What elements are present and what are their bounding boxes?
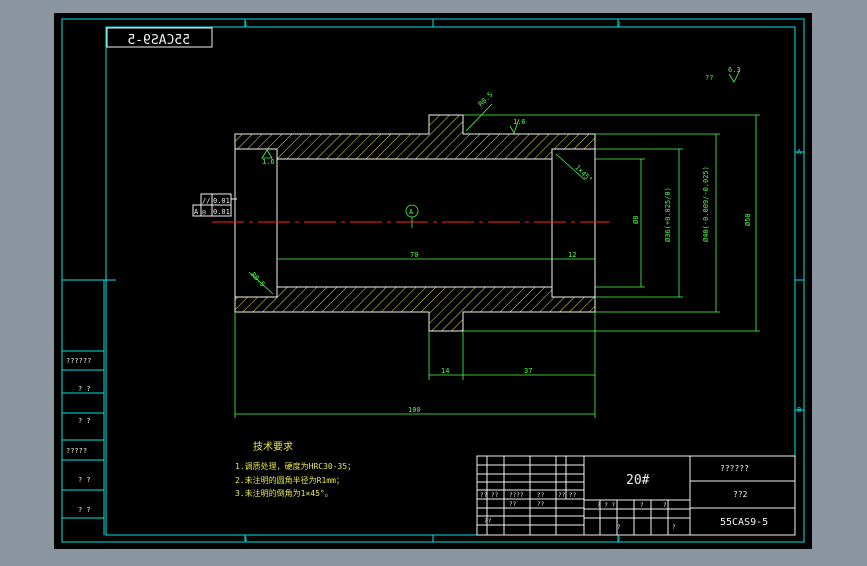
- title-cell-1: ??: [480, 492, 488, 499]
- cad-viewport[interactable]: 1 2 1 2 A B 55CAS9-5 ?? 6.3 A // 0.01 ◎ …: [0, 0, 867, 562]
- dim-collar-width: 14: [441, 367, 449, 375]
- zone-number-top-2: 2: [617, 21, 621, 28]
- title-scale-label: ??2: [733, 490, 748, 499]
- roughness-main-value: 6.3: [728, 66, 741, 74]
- title-cell-8: ??: [537, 501, 545, 508]
- title-drawing-number: 55CAS9-5: [720, 517, 768, 528]
- tolerance-symbol-1: //: [202, 197, 210, 205]
- title-cell-12: ?: [640, 502, 644, 509]
- zone-letter-b: B: [797, 406, 801, 414]
- tech-req-line-1: 1.调质处理，硬度为HRC30-35；: [235, 461, 355, 471]
- dim-counterbore-length: 12: [568, 251, 576, 259]
- title-name: ??????: [720, 464, 749, 473]
- dim-bore-length: 70: [410, 251, 418, 259]
- zone-number-bottom-1: 1: [244, 536, 248, 543]
- roughness-top-text: 1.6: [513, 118, 526, 126]
- title-cell-6: ??: [569, 492, 577, 499]
- dim-overall-length: 100: [408, 406, 421, 414]
- title-cell-2: ??: [491, 492, 499, 499]
- dim-dia-3: Ø40(-0.009/-0.025): [702, 166, 710, 242]
- dim-dia-2: Ø36(+0.025/0): [664, 187, 672, 242]
- tech-req-line-3: 3.未注明的倒角为1×45°。: [235, 488, 333, 498]
- title-cell-13: ?: [663, 502, 667, 509]
- title-cell-7: ??: [509, 501, 517, 508]
- tech-req-line-2: 2.未注明的圆角半径为R1mm；: [235, 475, 344, 485]
- dim-right-length: 37: [524, 367, 532, 375]
- left-cell-3: ? ?: [78, 417, 91, 425]
- dim-dia-4: Ø50: [744, 213, 752, 226]
- title-cell-4: ??: [537, 492, 545, 499]
- dim-dia-1: Ø8: [632, 216, 640, 224]
- title-material: 20#: [626, 473, 650, 488]
- left-cell-2: ? ?: [78, 385, 91, 393]
- tolerance-value-1: 0.01: [213, 197, 230, 205]
- drawing-background: [54, 13, 812, 549]
- zone-number-bottom-2: 2: [617, 536, 621, 543]
- roughness-left-text: 1.6: [262, 158, 275, 166]
- mirrored-code-text: 55CAS9-5: [127, 33, 190, 48]
- left-cell-1: ??????: [66, 357, 91, 365]
- drawing-canvas[interactable]: 1 2 1 2 A B 55CAS9-5 ?? 6.3 A // 0.01 ◎ …: [0, 0, 867, 562]
- title-cell-9: ??: [484, 518, 492, 525]
- tolerance-value-2: 0.01: [213, 208, 230, 216]
- zone-number-top-1: 1: [244, 21, 248, 28]
- title-cell-10: ? ? ?: [597, 502, 615, 509]
- title-cell-14: ?: [672, 524, 676, 531]
- title-cell-3: ????: [509, 492, 524, 499]
- roughness-main-text: ??: [705, 74, 713, 82]
- left-cell-4: ?????: [66, 447, 87, 455]
- tech-req-title: 技术要求: [253, 440, 293, 453]
- title-cell-5: ??: [558, 492, 566, 499]
- left-cell-5: ? ?: [78, 476, 91, 484]
- title-cell-11: ?: [617, 524, 621, 531]
- left-cell-6: ? ?: [78, 506, 91, 514]
